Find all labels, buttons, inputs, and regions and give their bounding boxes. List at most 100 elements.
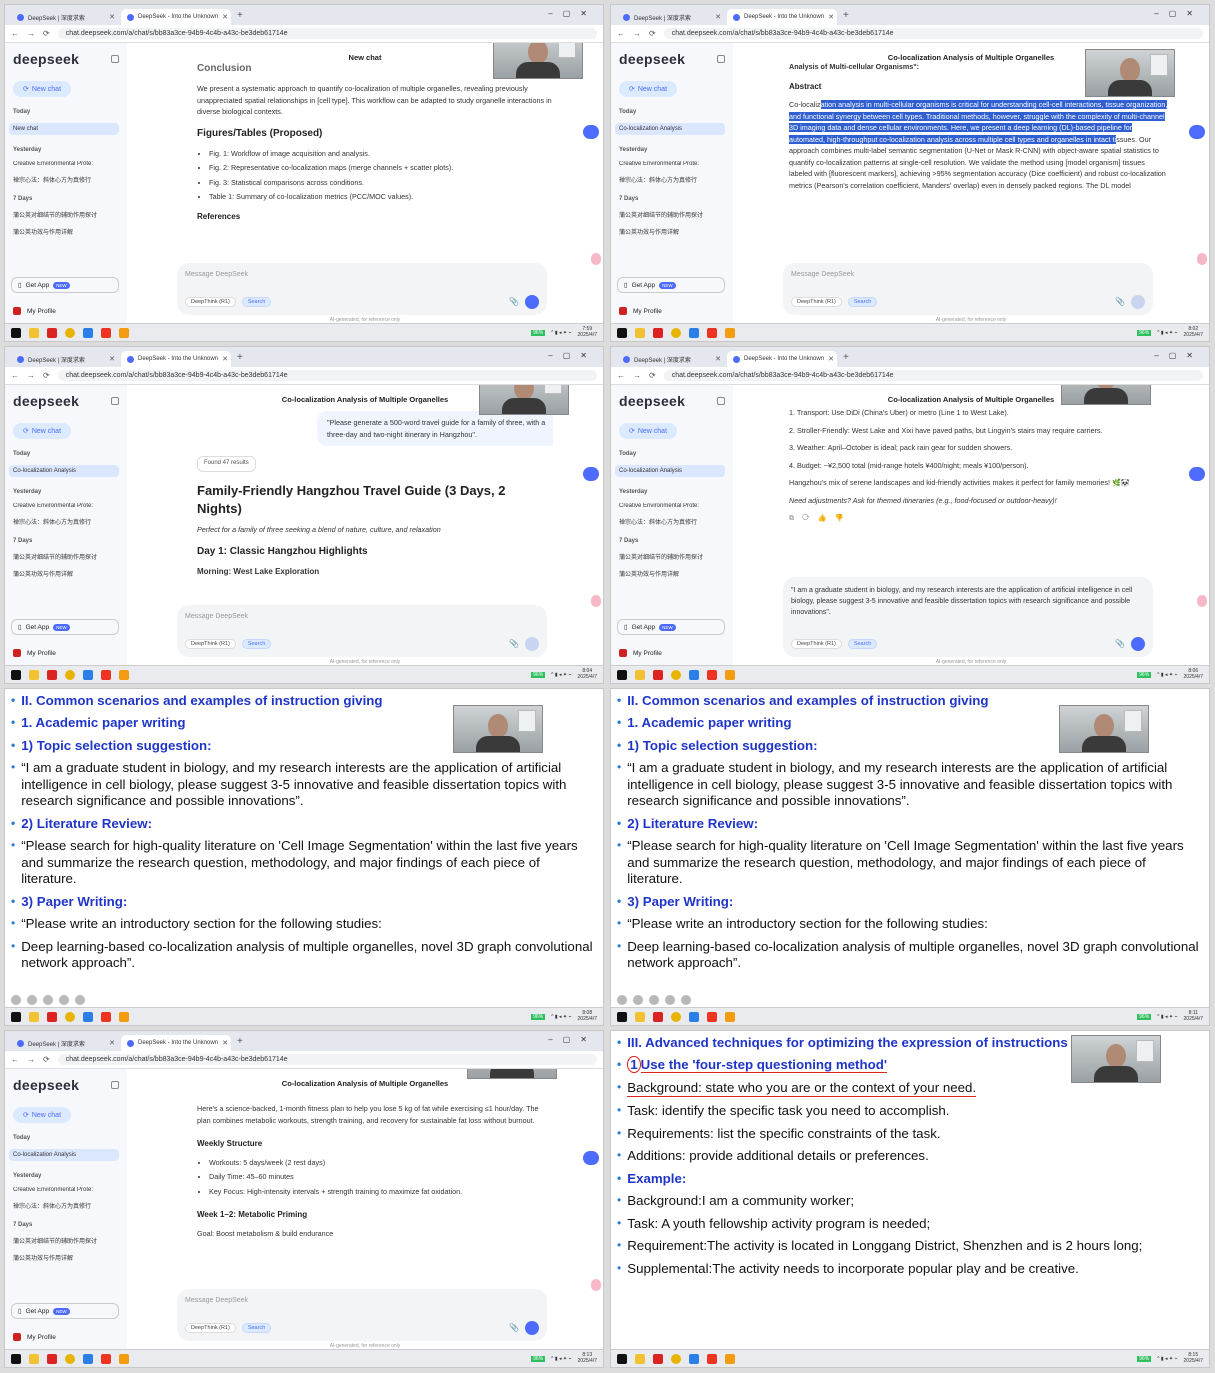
reload-icon[interactable]: ⟳: [649, 29, 656, 38]
floating-pink-icon[interactable]: [1197, 595, 1207, 607]
forward-icon[interactable]: →: [633, 29, 641, 38]
reload-icon[interactable]: ⟳: [43, 29, 50, 38]
app-icon[interactable]: [83, 669, 93, 680]
url-field[interactable]: chat.deepseek.com/a/chat/s/bb83a3ce-94b9…: [57, 370, 597, 381]
message-input[interactable]: Message DeepSeek DeepThink (R1) Search 📎: [177, 605, 547, 657]
deepthink-toggle[interactable]: DeepThink (R1): [791, 639, 842, 649]
app-icon[interactable]: [83, 1011, 93, 1022]
my-profile-button[interactable]: My Profile: [619, 307, 662, 315]
window-controls[interactable]: –▢✕: [1154, 9, 1203, 18]
chrome-icon[interactable]: [671, 1353, 681, 1364]
close-tab-icon[interactable]: ✕: [109, 355, 115, 363]
get-app-button[interactable]: ▯ Get App NEW: [11, 277, 119, 293]
tab-deepseek-chat[interactable]: DeepSeek - Into the Unknown ✕: [121, 1035, 231, 1051]
new-chat-button[interactable]: ⟳ New chat: [13, 81, 71, 97]
send-button[interactable]: [525, 637, 539, 651]
file-explorer-icon[interactable]: [29, 327, 39, 338]
floating-pink-icon[interactable]: [591, 1279, 601, 1291]
chat-item[interactable]: Creative Environmental Prote:: [13, 161, 119, 167]
back-icon[interactable]: ←: [617, 371, 625, 380]
attach-icon[interactable]: 📎: [509, 297, 519, 306]
chrome-icon[interactable]: [65, 1011, 75, 1022]
new-tab-icon[interactable]: +: [231, 1036, 249, 1047]
wps-icon[interactable]: [653, 327, 663, 338]
collapse-sidebar-icon[interactable]: [111, 55, 119, 63]
chat-item-coloc[interactable]: Co-localization Analysis: [615, 465, 725, 477]
file-explorer-icon[interactable]: [29, 1353, 39, 1364]
search-toggle[interactable]: Search: [241, 297, 272, 307]
slideshow-toolbar[interactable]: [617, 995, 691, 1005]
chrome-icon[interactable]: [671, 327, 681, 338]
tab-deepseek-home[interactable]: DeepSeek | 深度求索 ✕: [11, 9, 121, 25]
url-field[interactable]: chat.deepseek.com/a/chat/s/bb83a3ce-94b9…: [663, 370, 1203, 381]
youdao-icon[interactable]: [101, 1353, 111, 1364]
new-tab-icon[interactable]: +: [231, 10, 249, 21]
chat-item-coloc[interactable]: Co-localization Analysis: [9, 1149, 119, 1161]
youdao-icon[interactable]: [707, 1353, 717, 1364]
chat-item[interactable]: 蒲公英对细结节的辅助作用探讨: [13, 1236, 119, 1245]
my-profile-button[interactable]: My Profile: [13, 307, 56, 315]
tab-deepseek-home[interactable]: DeepSeek | 深度求索 ✕: [617, 351, 727, 367]
chat-item[interactable]: Creative Environmental Prote:: [13, 503, 119, 509]
chrome-icon[interactable]: [671, 1011, 681, 1022]
search-toggle[interactable]: Search: [241, 639, 272, 649]
selected-text[interactable]: ation analysis in multi-cellular organis…: [789, 100, 1168, 144]
message-input[interactable]: Message DeepSeek DeepThink (R1) Search 📎: [177, 263, 547, 315]
chat-item[interactable]: Creative Environmental Prote:: [619, 161, 725, 167]
wps-icon[interactable]: [47, 327, 57, 338]
slideshow-toolbar[interactable]: [11, 995, 85, 1005]
file-explorer-icon[interactable]: [635, 327, 645, 338]
chat-item[interactable]: 蒲公英对细结节的辅助作用探讨: [619, 552, 725, 561]
attach-icon[interactable]: 📎: [1115, 297, 1125, 306]
windows-start-icon[interactable]: [617, 327, 627, 338]
close-tab-icon[interactable]: ✕: [715, 355, 721, 363]
tab-deepseek-chat[interactable]: DeepSeek - Into the Unknown ✕: [727, 9, 837, 25]
window-controls[interactable]: –▢✕: [548, 9, 597, 18]
window-controls[interactable]: –▢✕: [548, 351, 597, 360]
chat-item[interactable]: 禅宗心法：斜体心方为真修行: [13, 517, 119, 526]
chat-item[interactable]: 蒲公英对细结节的辅助作用探讨: [13, 210, 119, 219]
app-icon[interactable]: [689, 1011, 699, 1022]
floating-assistant-icon[interactable]: [583, 467, 599, 481]
wps-icon[interactable]: [653, 1011, 663, 1022]
new-chat-button[interactable]: ⟳ New chat: [619, 423, 677, 439]
close-tab-icon[interactable]: ✕: [715, 13, 721, 21]
close-tab-icon[interactable]: ✕: [222, 1039, 228, 1047]
wps-icon[interactable]: [47, 669, 57, 680]
windows-start-icon[interactable]: [617, 669, 627, 680]
back-icon[interactable]: ←: [11, 29, 19, 38]
chrome-icon[interactable]: [65, 1353, 75, 1364]
collapse-sidebar-icon[interactable]: [111, 1081, 119, 1089]
get-app-button[interactable]: ▯ Get App NEW: [617, 619, 725, 635]
app-icon[interactable]: [725, 669, 735, 680]
chat-item[interactable]: Creative Environmental Prote:: [13, 1187, 119, 1193]
app-icon[interactable]: [119, 669, 129, 680]
new-chat-button[interactable]: ⟳ New chat: [619, 81, 677, 97]
youdao-icon[interactable]: [707, 1011, 717, 1022]
back-icon[interactable]: ←: [11, 371, 19, 380]
search-toggle[interactable]: Search: [847, 297, 878, 307]
back-icon[interactable]: ←: [617, 29, 625, 38]
reload-icon[interactable]: ⟳: [43, 371, 50, 380]
floating-pink-icon[interactable]: [591, 595, 601, 607]
wps-icon[interactable]: [653, 669, 663, 680]
windows-start-icon[interactable]: [11, 1353, 21, 1364]
forward-icon[interactable]: →: [633, 371, 641, 380]
get-app-button[interactable]: ▯ Get App NEW: [617, 277, 725, 293]
tab-deepseek-home[interactable]: DeepSeek | 深度求索 ✕: [617, 9, 727, 25]
windows-start-icon[interactable]: [617, 1011, 627, 1022]
file-explorer-icon[interactable]: [635, 1011, 645, 1022]
app-icon[interactable]: [725, 327, 735, 338]
file-explorer-icon[interactable]: [635, 669, 645, 680]
collapse-sidebar-icon[interactable]: [111, 397, 119, 405]
chat-item[interactable]: 蒲公英功效与作用详解: [13, 569, 119, 578]
chat-item[interactable]: 蒲公英功效与作用详解: [619, 569, 725, 578]
message-actions[interactable]: ⧉ ⟳ 👍 👎: [789, 512, 1169, 524]
collapse-sidebar-icon[interactable]: [717, 55, 725, 63]
new-tab-icon[interactable]: +: [231, 352, 249, 363]
chrome-icon[interactable]: [65, 669, 75, 680]
new-tab-icon[interactable]: +: [837, 10, 855, 21]
file-explorer-icon[interactable]: [29, 669, 39, 680]
floating-assistant-icon[interactable]: [1189, 467, 1205, 481]
back-icon[interactable]: ←: [11, 1055, 19, 1064]
